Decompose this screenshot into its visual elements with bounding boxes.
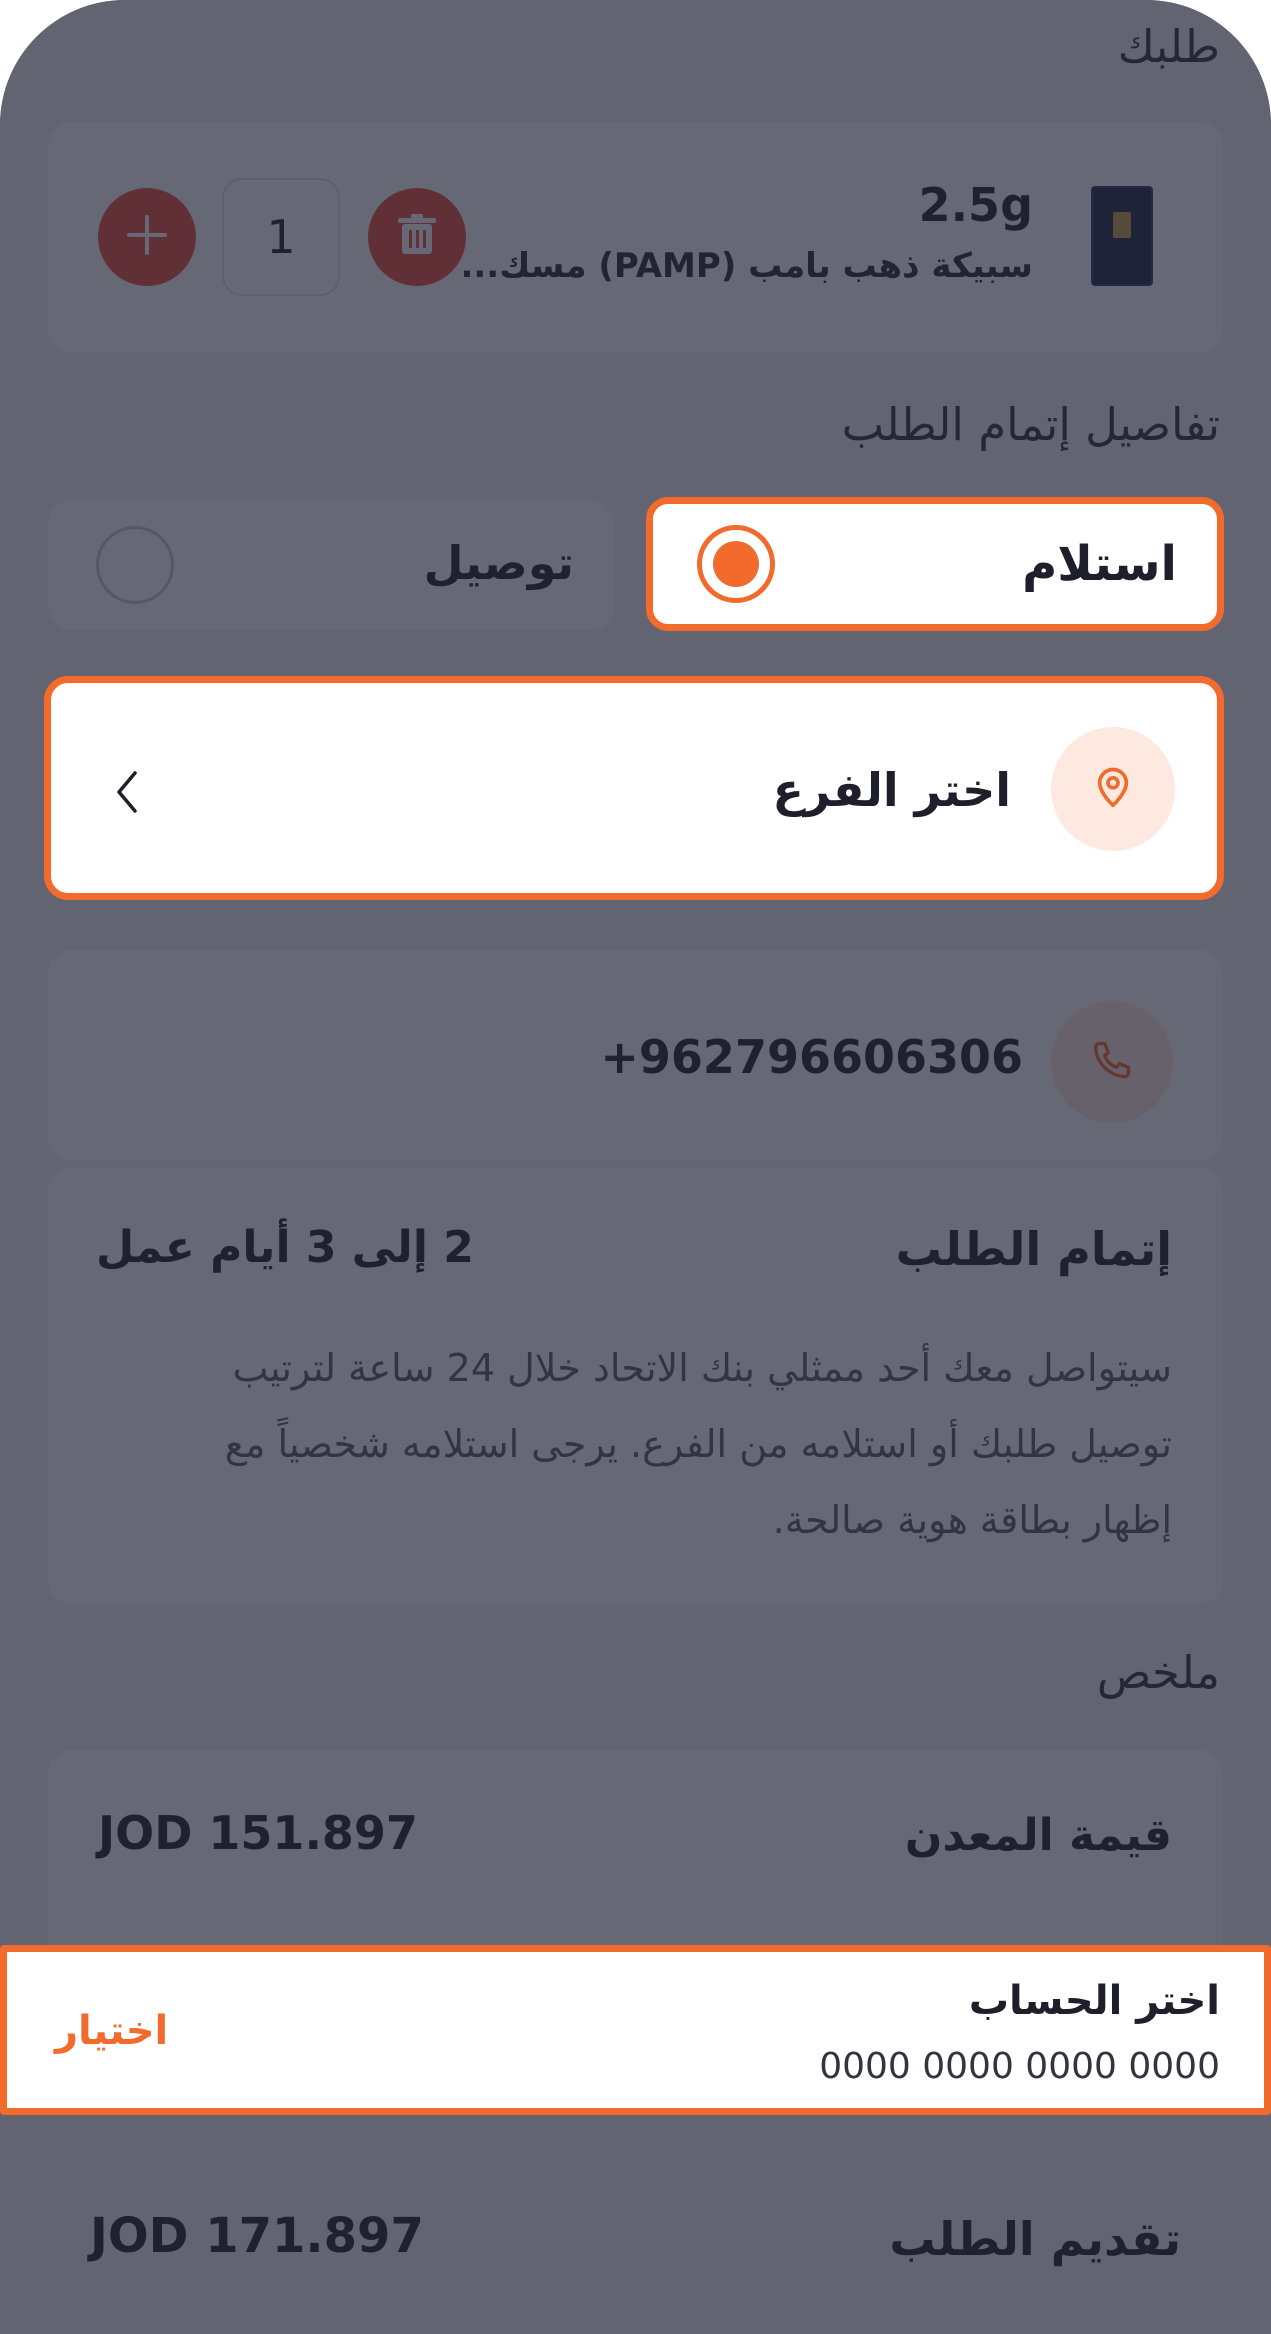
delivery-radio[interactable] <box>96 526 174 604</box>
phone-icon <box>1090 1038 1134 1086</box>
completion-label: إتمام الطلب <box>895 1222 1172 1276</box>
delete-button[interactable] <box>368 188 466 286</box>
branch-selector[interactable]: اختر الفرع <box>44 676 1224 900</box>
completion-note-line: توصيل طلبك أو استلامه من الفرع. يرجى است… <box>224 1422 1172 1466</box>
pickup-radio[interactable] <box>697 525 775 603</box>
delivery-option-label: توصيل <box>423 536 574 590</box>
pickup-option[interactable]: استلام <box>646 497 1224 631</box>
metal-value: JOD 151.897 <box>98 1806 418 1860</box>
submit-order-button[interactable]: تقديم الطلب <box>889 2212 1181 2266</box>
location-icon-wrap <box>1051 727 1175 851</box>
footer-bar: تقديم الطلب JOD 171.897 <box>0 2120 1271 2334</box>
pickup-option-label: استلام <box>1022 536 1177 592</box>
plus-icon <box>125 213 169 261</box>
completion-duration: 2 إلى 3 أيام عمل <box>96 1222 474 1273</box>
add-button[interactable] <box>98 188 196 286</box>
product-thumbnail <box>1091 186 1153 286</box>
account-label: اختر الحساب <box>968 1978 1220 2024</box>
account-choose-button[interactable]: اختيار <box>55 2008 168 2054</box>
metal-value-label: قيمة المعدن <box>904 1810 1172 1861</box>
location-pin-icon <box>1093 765 1133 813</box>
order-section-title: طلبك <box>1117 20 1220 73</box>
phone-frame: طلبك 2.5g سبيكة ذهب بامب (PAMP) مسك... 1… <box>0 0 1271 2334</box>
completion-note: سيتواصل معك أحد ممثلي بنك الاتحاد خلال 2… <box>92 1330 1172 1558</box>
quantity-value[interactable]: 1 <box>222 178 340 296</box>
chevron-left-icon <box>113 769 141 819</box>
completion-note-line: إظهار بطاقة هوية صالحة. <box>772 1498 1172 1542</box>
account-selector[interactable]: اختر الحساب 0000 0000 0000 0000 اختيار <box>0 1945 1271 2115</box>
completion-note-line: سيتواصل معك أحد ممثلي بنك الاتحاد خلال 2… <box>232 1346 1172 1390</box>
product-name: سبيكة ذهب بامب (PAMP) مسك... <box>460 246 1033 286</box>
fulfillment-section-title: تفاصيل إتمام الطلب <box>841 398 1220 451</box>
order-total: JOD 171.897 <box>90 2208 424 2264</box>
completion-card: إتمام الطلب 2 إلى 3 أيام عمل سيتواصل معك… <box>48 1168 1223 1604</box>
summary-section-title: ملخص <box>1096 1646 1220 1699</box>
account-number: 0000 0000 0000 0000 <box>819 2046 1220 2087</box>
branch-selector-label: اختر الفرع <box>772 763 1011 817</box>
order-item-card: 2.5g سبيكة ذهب بامب (PAMP) مسك... 1 <box>48 122 1223 352</box>
trash-icon <box>398 214 436 260</box>
phone-number: +962796606306 <box>600 1030 1023 1084</box>
delivery-option[interactable]: توصيل <box>48 500 614 630</box>
phone-card: +962796606306 <box>48 950 1223 1160</box>
product-weight: 2.5g <box>918 178 1033 232</box>
phone-icon-wrap <box>1051 1001 1173 1123</box>
